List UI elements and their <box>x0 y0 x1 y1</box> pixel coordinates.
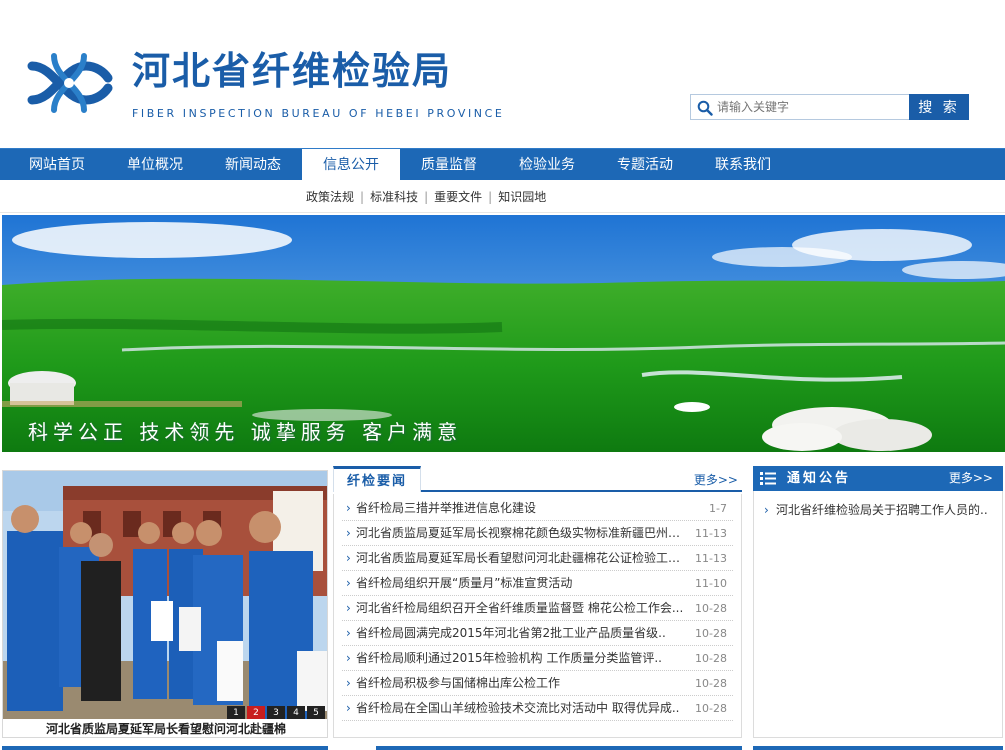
nav-item-contact[interactable]: 联系我们 <box>694 149 792 181</box>
bullet-icon: › <box>764 503 769 517</box>
list-item[interactable]: › 省纤检局在全国山羊绒检验技术交流比对活动中 取得优异成.. 10-28 <box>342 696 733 721</box>
tab-fiber-news[interactable]: 纤检要闻 <box>333 466 421 492</box>
site-header: 河北省纤维检验局 FIBER INSPECTION BUREAU OF HEBE… <box>0 0 1005 148</box>
banner-slogan: 科学公正 技术领先 诚挚服务 客户满意 <box>28 420 463 444</box>
site-title: 河北省纤维检验局 <box>132 49 453 93</box>
news-date: 11-13 <box>695 552 727 565</box>
news-title[interactable]: 河北省纤检局组织召开全省纤维质量监督暨 棉花公检工作会... <box>356 596 686 621</box>
news-panel: 纤检要闻 更多>> › 省纤检局三措并举推进信息化建设 1-7 › 河北省质监局夏延军… <box>333 466 742 738</box>
news-date: 1-7 <box>709 502 727 515</box>
news-date: 11-10 <box>695 577 727 590</box>
news-date: 10-28 <box>695 702 727 715</box>
bullet-icon: › <box>346 551 351 565</box>
news-title[interactable]: 省纤检局在全国山羊绒检验技术交流比对活动中 取得优异成.. <box>356 696 686 721</box>
news-title[interactable]: 省纤检局顺利通过2015年检验机构 工作质量分类监管评.. <box>356 646 686 671</box>
nav-item-inspection[interactable]: 检验业务 <box>498 149 596 181</box>
notice-title: 通知公告 <box>787 471 852 486</box>
bullet-icon: › <box>346 651 351 665</box>
news-title[interactable]: 河北省质监局夏延军局长看望慰问河北赴疆棉花公证检验工作... <box>356 546 686 571</box>
subnav-item-standards[interactable]: 标准科技 <box>364 188 424 205</box>
notice-panel: 通知公告 更多>> › 河北省纤维检验局关于招聘工作人员的.. <box>753 466 1003 738</box>
panel-edge <box>376 746 742 750</box>
news-date: 11-13 <box>695 527 727 540</box>
news-panel-header: 纤检要闻 更多>> <box>333 466 742 492</box>
nav-item-info-disclosure[interactable]: 信息公开 <box>302 149 400 181</box>
pager-button-5[interactable]: 5 <box>307 706 325 720</box>
nav-item-news[interactable]: 新闻动态 <box>204 149 302 181</box>
bullet-icon: › <box>346 576 351 590</box>
subnav-item-policy[interactable]: 政策法规 <box>300 188 360 205</box>
panel-edge <box>2 746 328 750</box>
pager-button-3[interactable]: 3 <box>267 706 285 720</box>
news-more-link[interactable]: 更多>> <box>694 471 738 488</box>
pager-button-2[interactable]: 2 <box>247 706 265 720</box>
list-item[interactable]: › 河北省纤检局组织召开全省纤维质量监督暨 棉花公检工作会... 10-28 <box>342 596 733 621</box>
panel-edge <box>753 746 1003 750</box>
notice-panel-header: 通知公告 更多>> <box>753 466 1003 491</box>
bureau-logo-icon[interactable] <box>24 48 114 118</box>
list-item[interactable]: › 河北省质监局夏延军局长看望慰问河北赴疆棉花公证检验工作... 11-13 <box>342 546 733 571</box>
news-title[interactable]: 河北省质监局夏延军局长视察棉花颜色级实物标准新疆巴州采... <box>356 521 686 546</box>
nav-item-home[interactable]: 网站首页 <box>8 149 106 181</box>
nav-item-about[interactable]: 单位概况 <box>106 149 204 181</box>
bullet-icon: › <box>346 601 351 615</box>
news-photo-image[interactable] <box>3 471 328 719</box>
subnav-item-knowledge[interactable]: 知识园地 <box>492 188 552 205</box>
pager-button-1[interactable]: 1 <box>227 706 245 720</box>
photo-slideshow[interactable]: 12345 河北省质监局夏延军局长看望慰问河北赴疆棉 <box>2 470 328 738</box>
list-item[interactable]: › 省纤检局积极参与国储棉出库公检工作 10-28 <box>342 671 733 696</box>
news-list: › 省纤检局三措并举推进信息化建设 1-7 › 河北省质监局夏延军局长视察棉花颜色级实… <box>333 494 742 738</box>
subnav-item-documents[interactable]: 重要文件 <box>428 188 488 205</box>
search-box <box>690 94 910 120</box>
bullet-icon: › <box>346 526 351 540</box>
notice-item-text[interactable]: 河北省纤维检验局关于招聘工作人员的.. <box>776 499 998 521</box>
photo-caption[interactable]: 河北省质监局夏延军局长看望慰问河北赴疆棉 <box>3 719 327 737</box>
slideshow-pager: 12345 <box>225 704 325 720</box>
pager-button-4[interactable]: 4 <box>287 706 305 720</box>
nav-item-special-events[interactable]: 专题活动 <box>596 149 694 181</box>
search-bar: 搜 索 <box>690 94 970 120</box>
search-input[interactable] <box>717 98 905 116</box>
list-icon <box>760 472 776 485</box>
bottom-panel-edges <box>0 742 1005 750</box>
news-title[interactable]: 省纤检局组织开展“质量月”标准宣贯活动 <box>356 571 686 596</box>
list-item[interactable]: › 河北省质监局夏延军局长视察棉花颜色级实物标准新疆巴州采... 11-13 <box>342 521 733 546</box>
bullet-icon: › <box>346 501 351 515</box>
list-item[interactable]: › 省纤检局组织开展“质量月”标准宣贯活动 11-10 <box>342 571 733 596</box>
news-date: 10-28 <box>695 677 727 690</box>
bullet-icon: › <box>346 676 351 690</box>
nav-item-quality-supervision[interactable]: 质量监督 <box>400 149 498 181</box>
list-item[interactable]: › 省纤检局圆满完成2015年河北省第2批工业产品质量省级.. 10-28 <box>342 621 733 646</box>
sub-nav: 政策法规 | 标准科技 | 重要文件 | 知识园地 <box>0 180 1005 213</box>
news-title[interactable]: 省纤检局三措并举推进信息化建设 <box>356 496 686 521</box>
bullet-icon: › <box>346 701 351 715</box>
bullet-icon: › <box>346 626 351 640</box>
news-date: 10-28 <box>695 627 727 640</box>
notice-more-link[interactable]: 更多>> <box>949 466 993 491</box>
list-item[interactable]: › 省纤检局顺利通过2015年检验机构 工作质量分类监管评.. 10-28 <box>342 646 733 671</box>
main-nav: 网站首页 单位概况 新闻动态 信息公开 质量监督 检验业务 专题活动 联系我们 <box>0 148 1005 181</box>
site-subtitle: FIBER INSPECTION BUREAU OF HEBEI PROVINC… <box>132 107 505 120</box>
list-item[interactable]: › 河北省纤维检验局关于招聘工作人员的.. <box>762 499 994 521</box>
news-title[interactable]: 省纤检局积极参与国储棉出库公检工作 <box>356 671 686 696</box>
search-button[interactable]: 搜 索 <box>909 94 969 120</box>
hero-banner: 科学公正 技术领先 诚挚服务 客户满意 <box>2 215 1005 452</box>
news-date: 10-28 <box>695 652 727 665</box>
search-icon <box>697 100 713 116</box>
news-title[interactable]: 省纤检局圆满完成2015年河北省第2批工业产品质量省级.. <box>356 621 686 646</box>
list-item[interactable]: › 省纤检局三措并举推进信息化建设 1-7 <box>342 496 733 521</box>
notice-list: › 河北省纤维检验局关于招聘工作人员的.. <box>753 491 1003 738</box>
news-date: 10-28 <box>695 602 727 615</box>
